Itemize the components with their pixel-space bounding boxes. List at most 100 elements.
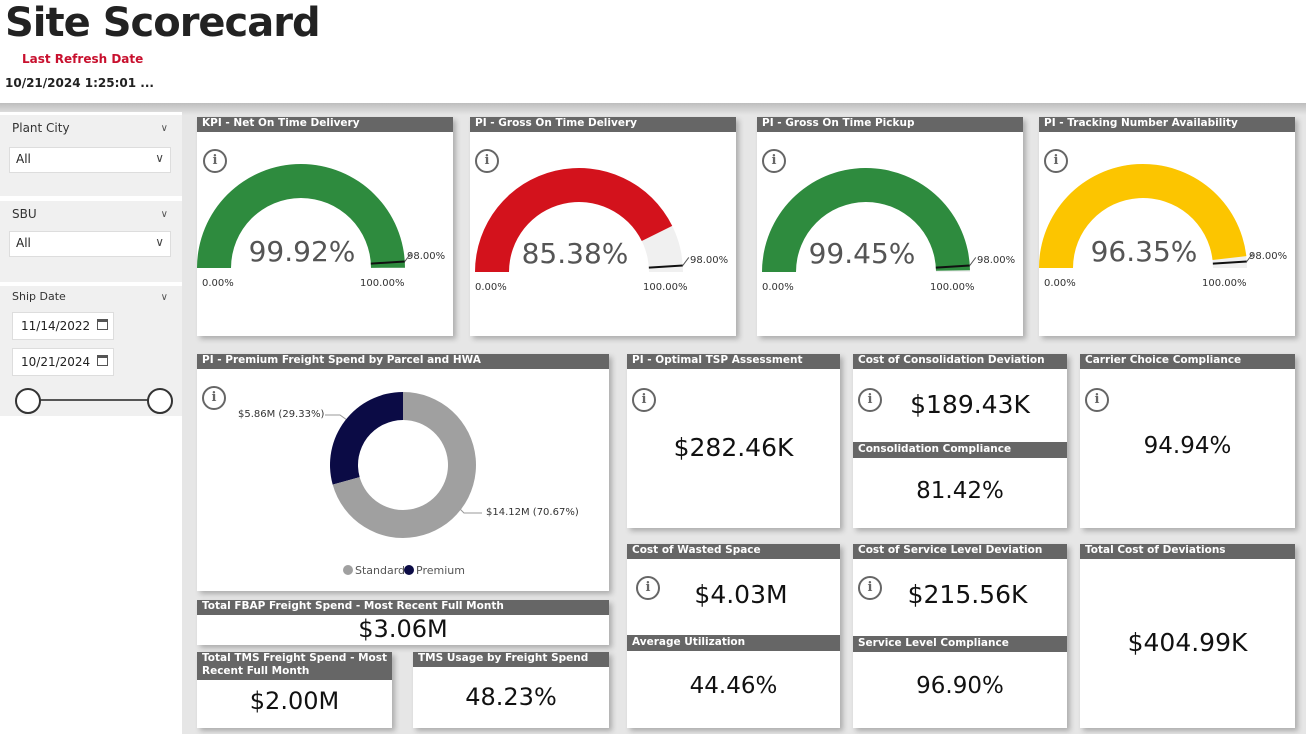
collapse-chevron-icon[interactable]: ∨ <box>161 292 168 303</box>
kpi-value: 96.90% <box>916 673 1004 699</box>
gauge-target-leader <box>969 257 977 266</box>
end-date-value: 10/21/2024 <box>21 355 91 369</box>
filter-label: SBU <box>12 207 37 221</box>
gauge-max-label: 100.00% <box>643 282 688 293</box>
plant-city-select[interactable]: All ∨ <box>9 147 171 173</box>
gauge-min-label: 0.00% <box>1044 278 1076 289</box>
donut-chart <box>325 392 482 538</box>
kpi-value: $282.46K <box>673 433 794 462</box>
donut-card-premium-freight: PI - Premium Freight Spend by Parcel and… <box>197 354 609 591</box>
card-title: Total Cost of Deviations <box>1080 544 1295 559</box>
end-date-input[interactable]: 10/21/2024 <box>12 348 114 376</box>
kpi-value: $404.99K <box>1127 628 1248 657</box>
collapse-chevron-icon[interactable]: ∨ <box>161 123 168 134</box>
start-date-value: 11/14/2022 <box>21 319 91 333</box>
kpi-card-tms-usage: TMS Usage by Freight Spend 48.23% <box>413 652 609 728</box>
kpi-value: 44.46% <box>689 673 778 699</box>
gauge-chart <box>475 167 690 272</box>
filter-label: Ship Date <box>12 290 66 303</box>
card-title: Total FBAP Freight Spend - Most Recent F… <box>197 600 609 615</box>
gauge-value: 99.92% <box>248 235 356 268</box>
header-divider <box>0 103 1306 115</box>
calendar-icon[interactable] <box>97 319 108 330</box>
page-title: Site Scorecard <box>5 0 321 46</box>
gauge-value: 96.35% <box>1090 235 1198 268</box>
gauge-min-label: 0.00% <box>202 278 234 289</box>
select-value: All <box>16 152 31 166</box>
premium-legend-dot <box>404 565 414 575</box>
gauge-target-label: 98.00% <box>690 255 729 266</box>
premium-leader-line <box>325 414 348 421</box>
sub-title: Consolidation Compliance <box>853 442 1067 458</box>
sbu-select[interactable]: All ∨ <box>9 231 171 257</box>
gauge-value: 99.45% <box>808 237 916 270</box>
gauge-card-tracking: PI - Tracking Number Availability i 96.3… <box>1039 117 1295 336</box>
gauge-min-label: 0.00% <box>762 282 794 293</box>
chevron-down-icon: ∨ <box>155 235 164 249</box>
gauge-card-gross-otd: PI - Gross On Time Delivery i 85.38% 0.0… <box>470 117 736 336</box>
gauge-target-leader <box>682 257 690 266</box>
kpi-card-fbap-spend: Total FBAP Freight Spend - Most Recent F… <box>197 600 609 645</box>
gauge-chart <box>762 167 977 272</box>
start-date-input[interactable]: 11/14/2022 <box>12 312 114 340</box>
kpi-card-optimal-tsp: PI - Optimal TSP Assessment i $282.46K <box>627 354 840 528</box>
date-range-slider[interactable] <box>28 399 160 401</box>
header: Site Scorecard Last Refresh Date 10/21/2… <box>0 0 1306 103</box>
gauge-card-net-otd: KPI - Net On Time Delivery i 99.92% 0.00… <box>197 117 453 336</box>
refresh-label: Last Refresh Date <box>22 52 144 66</box>
kpi-card-total-deviations: Total Cost of Deviations $404.99K <box>1080 544 1295 728</box>
kpi-card-tms-spend: Total TMS Freight Spend - Most Recent Fu… <box>197 652 392 728</box>
info-icon[interactable]: i <box>632 388 656 412</box>
select-value: All <box>16 236 31 250</box>
kpi-value: 94.94% <box>1143 433 1232 459</box>
gauge-min-label: 0.00% <box>475 282 507 293</box>
kpi-card-carrier-choice: Carrier Choice Compliance i 94.94% <box>1080 354 1295 528</box>
donut-slice-premium[interactable] <box>330 392 403 485</box>
card-title: Carrier Choice Compliance <box>1080 354 1295 369</box>
kpi-value: 48.23% <box>465 683 557 711</box>
gauge-chart <box>1039 163 1254 268</box>
card-title: Cost of Wasted Space <box>627 544 840 559</box>
gauge-value: 85.38% <box>521 237 629 270</box>
gauge-target-label: 98.00% <box>407 251 446 262</box>
kpi-value: $215.56K <box>907 580 1028 609</box>
standard-legend-dot <box>343 565 353 575</box>
kpi-value: $189.43K <box>910 390 1030 419</box>
premium-data-label: $5.86M (29.33%) <box>238 409 325 420</box>
filter-sbu: SBU ∨ All ∨ <box>0 201 182 282</box>
info-icon[interactable]: i <box>1085 388 1109 412</box>
slider-end-handle[interactable] <box>147 388 173 414</box>
legend-label: Premium <box>416 564 465 577</box>
card-title: Total TMS Freight Spend - Most Recent Fu… <box>197 652 392 680</box>
filter-label: Plant City <box>12 121 70 135</box>
card-title: Cost of Consolidation Deviation <box>853 354 1067 369</box>
kpi-card-wasted-space: Cost of Wasted Space i $4.03M Average Ut… <box>627 544 840 728</box>
gauge-max-label: 100.00% <box>1202 278 1247 289</box>
kpi-card-service-level: Cost of Service Level Deviation i $215.5… <box>853 544 1067 728</box>
kpi-value: $3.06M <box>358 615 448 643</box>
legend-label: Standard <box>355 564 406 577</box>
filter-sidebar: Plant City ∨ All ∨ SBU ∨ All ∨ Ship Date… <box>0 112 182 734</box>
kpi-value: 81.42% <box>916 478 1004 504</box>
gauge-max-label: 100.00% <box>360 278 405 289</box>
legend-standard[interactable]: Standard <box>343 564 405 577</box>
refresh-value: 10/21/2024 1:25:01 ... <box>5 76 154 90</box>
sub-title: Service Level Compliance <box>853 636 1067 652</box>
gauge-target-label: 98.00% <box>977 255 1016 266</box>
filter-plant-city: Plant City ∨ All ∨ <box>0 115 182 196</box>
kpi-card-consolidation: Cost of Consolidation Deviation i $189.4… <box>853 354 1067 528</box>
chevron-down-icon: ∨ <box>155 151 164 165</box>
gauge-chart <box>197 163 412 268</box>
gauge-max-label: 100.00% <box>930 282 975 293</box>
gauge-card-gross-pickup: PI - Gross On Time Pickup i 99.45% 0.00%… <box>757 117 1023 336</box>
legend-premium[interactable]: Premium <box>404 564 465 577</box>
slider-start-handle[interactable] <box>15 388 41 414</box>
gauge-target-label: 98.00% <box>1249 251 1288 262</box>
collapse-chevron-icon[interactable]: ∨ <box>161 209 168 220</box>
calendar-icon[interactable] <box>97 355 108 366</box>
standard-data-label: $14.12M (70.67%) <box>486 507 579 518</box>
sub-title: Average Utilization <box>627 635 840 651</box>
kpi-value: $2.00M <box>249 687 340 715</box>
card-title: PI - Optimal TSP Assessment <box>627 354 840 369</box>
kpi-value: $4.03M <box>694 580 788 609</box>
